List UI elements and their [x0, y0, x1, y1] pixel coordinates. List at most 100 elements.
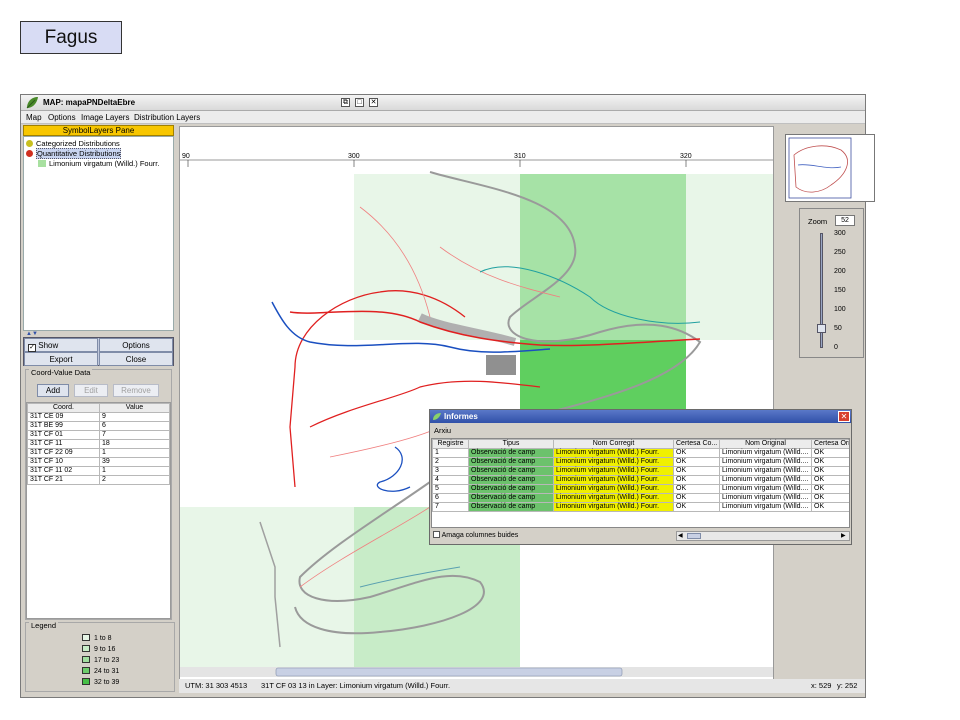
zoom-scale-label: 200: [834, 268, 846, 275]
add-button[interactable]: Add: [37, 384, 69, 397]
table-row[interactable]: 2 Observació de camp Limonium virgatum (Wi…: [432, 457, 849, 467]
legend-item: 9 to 16: [82, 645, 115, 653]
checkbox-empty-icon: [433, 531, 440, 538]
options-button[interactable]: Options: [99, 338, 173, 352]
legend-panel: Legend 1 to 8 9 to 16 17 to 23 24 to 31 …: [25, 621, 175, 692]
menu-options[interactable]: Options: [48, 113, 76, 122]
leaf-icon: [26, 97, 38, 109]
legend-item: 1 to 8: [82, 634, 112, 642]
col-header-certesa-co[interactable]: Certesa Co...: [673, 439, 720, 449]
col-header-registre[interactable]: Registre: [432, 439, 469, 449]
grid-cell: [520, 174, 686, 340]
col-header-tipus[interactable]: Tipus: [468, 439, 554, 449]
close-button[interactable]: Close: [99, 352, 173, 366]
menu-distribution-layers[interactable]: Distribution Layers: [134, 113, 200, 122]
table-row[interactable]: 7 Observació de camp Limonium virgatum (Wi…: [432, 502, 849, 512]
coord-value-panel: Coord-Value Data Add Edit Remove Coord. …: [25, 368, 172, 620]
col-header-certesa-ori[interactable]: Certesa Ori: [811, 439, 849, 449]
informes-hscrollbar[interactable]: ◀ ▶: [676, 531, 850, 541]
legend-item: 24 to 31: [82, 667, 119, 675]
symbol-layers-header[interactable]: SymbolLayers Pane: [23, 125, 174, 136]
restore-icon[interactable]: ⧉: [341, 98, 350, 107]
zoom-scale-label: 300: [834, 230, 846, 237]
informes-title: Informes: [444, 412, 478, 421]
legend-swatch-icon: [82, 645, 90, 652]
zoom-scale-label: 250: [834, 249, 846, 256]
informes-titlebar: Informes: [430, 410, 851, 423]
informes-menu-arxiu[interactable]: Arxiu: [434, 426, 451, 435]
scroll-left-icon[interactable]: ◀: [678, 532, 683, 539]
table-row[interactable]: 3 Observació de camp Limonium virgatum (Wi…: [432, 466, 849, 476]
table-row[interactable]: 31T CE 09 9: [27, 412, 170, 422]
export-button[interactable]: Export: [24, 352, 98, 366]
scroll-thumb[interactable]: [275, 667, 623, 677]
table-row[interactable]: 31T CF 21 2: [27, 475, 170, 485]
table-row[interactable]: 31T CF 01 7: [27, 430, 170, 440]
show-checkbox[interactable]: ✓ Show: [24, 338, 98, 352]
edit-button[interactable]: Edit: [74, 384, 108, 397]
grid-cell: [180, 507, 354, 669]
col-header-nom-corregit[interactable]: Nom Corregit: [553, 439, 674, 449]
tree-item-categorized[interactable]: Categorized Distributions: [26, 139, 120, 148]
zoom-label: Zoom: [808, 217, 828, 226]
ruler-label: 90: [182, 153, 190, 160]
zoom-scale-label: 150: [834, 287, 846, 294]
ruler-label: 300: [348, 153, 360, 160]
hide-empty-columns-checkbox[interactable]: Amaga columnes buides: [433, 531, 518, 539]
slide-title: Fagus: [20, 21, 122, 54]
title-bar: MAP: mapaPNDeltaEbre ⧉ □ ✕: [21, 95, 865, 111]
overview-map[interactable]: [785, 134, 875, 202]
table-row[interactable]: 1 Observació de camp Limonium virgatum (Wi…: [432, 448, 849, 458]
informes-table-area: Registre Tipus Nom Corregit Certesa Co..…: [431, 438, 850, 528]
town: [486, 355, 516, 375]
coord-table: Coord. Value 31T CE 09 9 31T BE 99 6 31T C…: [27, 403, 170, 485]
zoom-scale-label: 0: [834, 344, 838, 351]
zoom-slider-thumb[interactable]: [817, 324, 826, 333]
table-row[interactable]: 31T CF 22 09 1: [27, 448, 170, 458]
left-pane: SymbolLayers Pane Categorized Distributi…: [23, 125, 175, 697]
table-row[interactable]: 31T BE 99 6: [27, 421, 170, 431]
table-row[interactable]: 31T CF 10 39: [27, 457, 170, 467]
layer-swatch-icon: [38, 160, 46, 167]
tree-item-quantitative[interactable]: Quantitative Distributions: [26, 148, 122, 159]
col-header-nom-original[interactable]: Nom Original: [719, 439, 812, 449]
legend-title: Legend: [29, 621, 59, 630]
menu-map[interactable]: Map: [26, 113, 42, 122]
status-y: y: 252: [837, 681, 858, 690]
window-title: MAP: mapaPNDeltaEbre: [43, 98, 136, 107]
zoom-value-field[interactable]: 52: [835, 215, 855, 226]
informes-table: Registre Tipus Nom Corregit Certesa Co..…: [432, 439, 849, 512]
wetland: [376, 446, 411, 492]
close-icon[interactable]: ✕: [369, 98, 378, 107]
zoom-panel: Zoom 52 300 250 200 150 100 50 0: [799, 208, 864, 358]
quantitative-dot-icon: [26, 150, 33, 157]
remove-button[interactable]: Remove: [113, 384, 159, 397]
maximize-icon[interactable]: □: [355, 98, 364, 107]
legend-swatch-icon: [82, 678, 90, 685]
status-utm: UTM: 31 303 4513: [185, 681, 248, 690]
informes-dialog: Informes ✕ Arxiu Registre Tipus Nom Corr…: [429, 409, 852, 545]
ruler-label: 310: [514, 153, 526, 160]
table-row[interactable]: 31T CF 11 02 1: [27, 466, 170, 476]
categorized-dot-icon: [26, 140, 33, 147]
zoom-scale-label: 50: [834, 325, 842, 332]
coord-table-area: Coord. Value 31T CE 09 9 31T BE 99 6 31T C…: [26, 402, 171, 619]
scroll-right-icon[interactable]: ▶: [841, 532, 846, 539]
tree-item-limonium[interactable]: Limonium virgatum (Willd.) Fourr.: [38, 159, 159, 168]
table-row[interactable]: 6 Observació de camp Limonium virgatum (Wi…: [432, 493, 849, 503]
informes-close-icon[interactable]: ✕: [838, 411, 850, 422]
coord-col-header[interactable]: Coord.: [27, 403, 100, 413]
table-row[interactable]: 4 Observació de camp Limonium virgatum (Wi…: [432, 475, 849, 485]
checkbox-check-icon: ✓: [28, 344, 36, 352]
coord-value-title: Coord-Value Data: [29, 368, 93, 377]
menu-image-layers[interactable]: Image Layers: [81, 113, 129, 122]
layer-controls: ✓ Show Options Export Close: [23, 337, 174, 366]
menu-bar: Map Options Image Layers Distribution La…: [21, 111, 865, 124]
value-col-header[interactable]: Value: [99, 403, 170, 413]
overview-drawing: [788, 137, 852, 199]
legend-swatch-icon: [82, 656, 90, 663]
table-row[interactable]: 31T CF 11 18: [27, 439, 170, 449]
status-x: x: 529: [811, 681, 832, 690]
table-row[interactable]: 5 Observació de camp Limonium virgatum (Wi…: [432, 484, 849, 494]
scroll-thumb[interactable]: [687, 533, 701, 539]
